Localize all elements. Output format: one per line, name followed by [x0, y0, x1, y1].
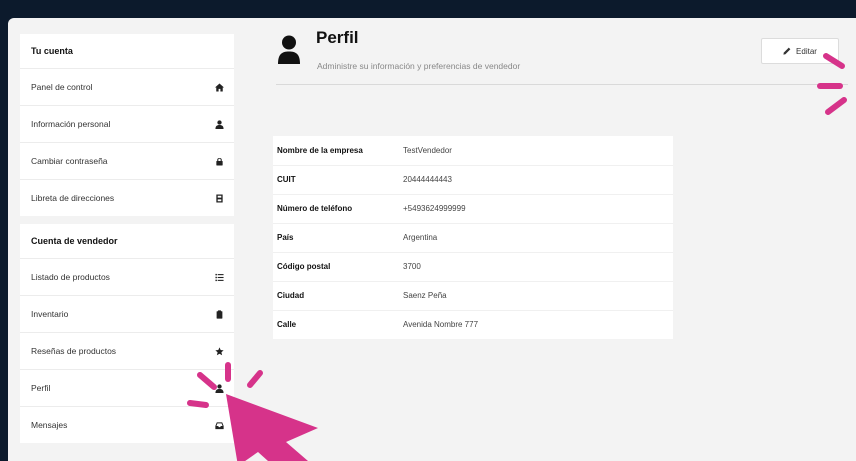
- field-value: Saenz Peña: [403, 280, 673, 310]
- address-book-icon: [214, 193, 224, 203]
- field-value: TestVendedor: [403, 145, 452, 155]
- account-card: Tu cuenta Panel de control Información p…: [20, 34, 234, 216]
- sidebar-item-label: Listado de productos: [31, 272, 110, 282]
- header-divider: [276, 84, 848, 85]
- home-icon: [214, 82, 224, 92]
- clipboard-icon: [214, 309, 224, 319]
- table-row: País Argentina: [273, 222, 673, 252]
- edit-burst-icon: [817, 53, 847, 115]
- field-key: CUIT: [273, 164, 403, 194]
- sidebar-item-address-book[interactable]: Libreta de direcciones: [20, 179, 234, 216]
- sidebar-item-change-password[interactable]: Cambiar contraseña: [20, 142, 234, 179]
- sidebar-item-label: Panel de control: [31, 82, 93, 92]
- app-screen: Tu cuenta Panel de control Información p…: [8, 18, 856, 461]
- profile-avatar-icon: [278, 35, 300, 64]
- field-key: Ciudad: [273, 280, 403, 310]
- pencil-icon: [783, 47, 791, 55]
- sidebar-item-dashboard[interactable]: Panel de control: [20, 68, 234, 105]
- table-row: Código postal 3700: [273, 251, 673, 281]
- sidebar-item-label: Libreta de direcciones: [31, 193, 115, 203]
- field-key: Código postal: [273, 251, 403, 281]
- list-icon: [214, 272, 224, 282]
- user-icon: [214, 119, 224, 129]
- field-value: +5493624999999: [403, 193, 673, 223]
- field-value: 20444444443: [403, 164, 673, 194]
- page-subtitle: Administre su información y preferencias…: [317, 61, 521, 71]
- sidebar-item-label: Información personal: [31, 119, 111, 129]
- sidebar-item-label: Mensajes: [31, 420, 68, 430]
- sidebar-item-personal-info[interactable]: Información personal: [20, 105, 234, 142]
- sidebar-item-inventory[interactable]: Inventario: [20, 295, 234, 332]
- page-title: Perfil: [316, 28, 359, 47]
- sidebar-item-product-listing[interactable]: Listado de productos: [20, 258, 234, 295]
- cursor-arrow-icon: [226, 394, 318, 461]
- table-row: CUIT 20444444443: [273, 164, 673, 194]
- field-key: Número de teléfono: [273, 193, 403, 223]
- field-key: País: [273, 222, 403, 252]
- table-row: Nombre de la empresa TestVendedor: [273, 136, 673, 165]
- sidebar-item-label: Perfil: [31, 383, 51, 393]
- field-value: Avenida Nombre 777: [403, 309, 673, 339]
- sidebar-item-label: Reseñas de productos: [31, 346, 117, 356]
- table-row: Número de teléfono +5493624999999: [273, 193, 673, 223]
- lock-icon: [214, 156, 224, 166]
- sidebar-item-label: Inventario: [31, 309, 69, 319]
- account-section-title: Tu cuenta: [31, 46, 73, 56]
- field-key: Calle: [273, 309, 403, 339]
- table-row: Calle Avenida Nombre 777: [273, 309, 673, 339]
- table-row: Ciudad Saenz Peña: [273, 280, 673, 310]
- seller-section-title: Cuenta de vendedor: [31, 236, 118, 246]
- field-key: Nombre de la empresa: [277, 145, 363, 155]
- profile-info-table: Nombre de la empresa TestVendedor CUIT 204…: [273, 136, 673, 339]
- field-value: 3700: [403, 251, 673, 281]
- field-value: Argentina: [403, 222, 673, 252]
- sidebar-item-label: Cambiar contraseña: [31, 156, 108, 166]
